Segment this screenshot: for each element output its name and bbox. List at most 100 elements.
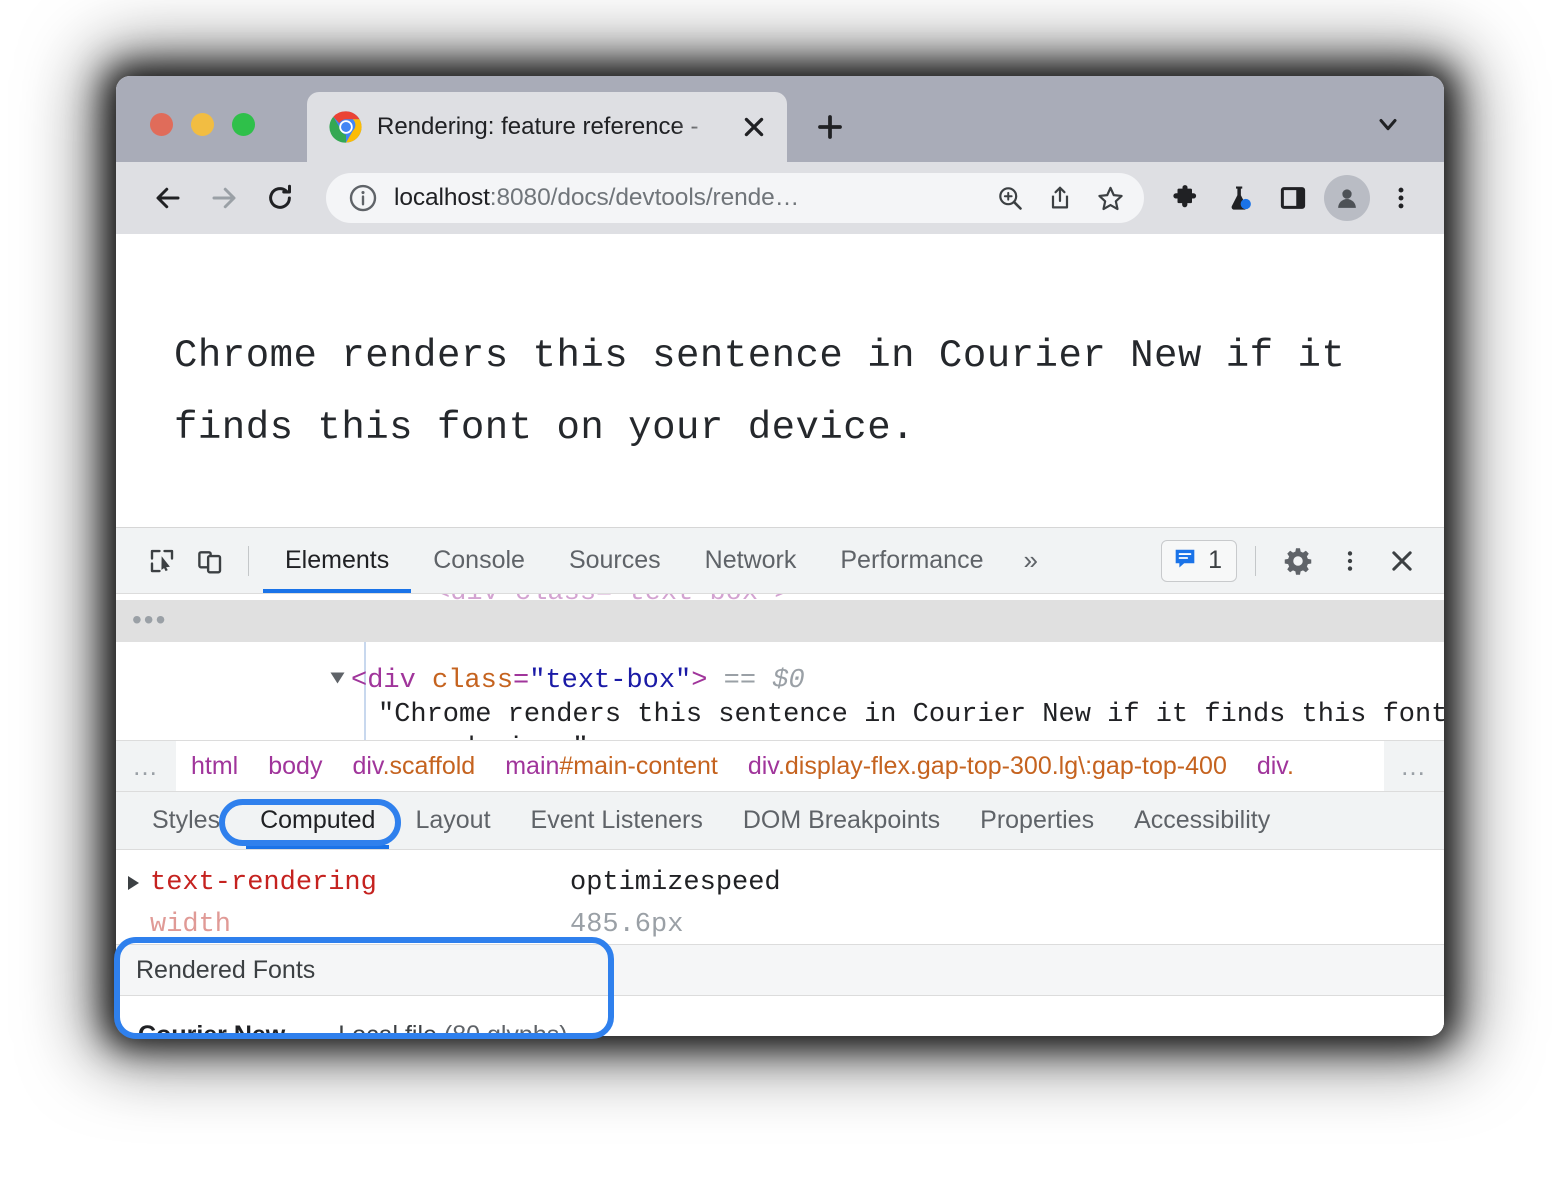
tab-strip: Rendering: feature reference - [116, 76, 1444, 162]
status-badge[interactable]: 1 [1161, 540, 1237, 582]
gear-icon[interactable] [1274, 537, 1322, 585]
tab-performance[interactable]: Performance [818, 528, 1005, 593]
close-window-button[interactable] [150, 113, 173, 136]
breadcrumb-tag: main [505, 752, 559, 780]
url-path: :8080/docs/devtools/rende… [490, 184, 799, 211]
message-count: 1 [1208, 546, 1222, 575]
back-arrow-icon[interactable] [142, 172, 194, 224]
toolbar-divider-right [1255, 546, 1256, 576]
breadcrumb-tag: body [268, 752, 322, 780]
address-bar[interactable]: localhost:8080/docs/devtools/rende… [326, 173, 1144, 223]
rendered-font-origin: Local file [338, 1021, 437, 1037]
tab-styles[interactable]: Styles [132, 792, 240, 849]
tab-layout[interactable]: Layout [395, 792, 510, 849]
message-icon [1172, 545, 1198, 576]
rendered-font-glyph-count: (80 glyphs) [444, 1021, 568, 1037]
tab-console[interactable]: Console [411, 528, 547, 593]
rendered-fonts-entry: Courier New — Local file (80 glyphs) [116, 996, 1444, 1036]
reload-icon[interactable] [254, 172, 306, 224]
device-toggle-icon[interactable] [186, 537, 234, 585]
tab-network[interactable]: Network [683, 528, 819, 593]
tab-title: Rendering: feature reference - [377, 113, 723, 141]
breadcrumb-item-div-display-flex[interactable]: div.display-flex.gap-top-300.lg\:gap-top… [733, 752, 1242, 781]
forward-arrow-icon [198, 172, 250, 224]
dom-text-node-line1[interactable]: "Chrome renders this sentence in Courier… [116, 698, 1444, 732]
breadcrumb-suffix: #main-content [559, 752, 717, 780]
site-info-icon[interactable] [348, 183, 378, 213]
breadcrumb-tag: div [352, 752, 382, 780]
breadcrumb-tag: html [191, 752, 238, 780]
property-value: optimizespeed [570, 868, 781, 898]
side-panel-icon[interactable] [1268, 173, 1318, 223]
dom-tag-open: <div [351, 666, 432, 696]
page-viewport: Chrome renders this sentence in Courier … [116, 234, 1444, 528]
maximize-window-button[interactable] [232, 113, 255, 136]
breadcrumb-tag: div [1257, 752, 1287, 780]
dom-attr-name: class [432, 666, 513, 696]
close-icon[interactable] [1378, 537, 1426, 585]
chevron-down-icon[interactable] [1368, 104, 1408, 144]
computed-property-row[interactable]: text-rendering optimizespeed [116, 862, 1444, 904]
dom-tree: <div class="text-box"> ••• <div class="t… [116, 594, 1444, 740]
new-tab-button[interactable] [801, 98, 859, 156]
tab-sources[interactable]: Sources [547, 528, 683, 593]
dom-attr-eq: = [513, 666, 529, 696]
breadcrumb-suffix: . [1287, 752, 1294, 780]
breadcrumb-overflow-right[interactable]: … [1384, 741, 1444, 791]
tab-accessibility[interactable]: Accessibility [1114, 792, 1290, 849]
screenshot-root: Rendering: feature reference - [0, 0, 1558, 1188]
tab-event-listeners[interactable]: Event Listeners [511, 792, 723, 849]
tab-computed[interactable]: Computed [240, 792, 395, 849]
property-name: width [150, 910, 570, 940]
omnibox-actions [986, 174, 1134, 222]
zoom-in-icon[interactable] [986, 174, 1034, 222]
tab-dom-breakpoints[interactable]: DOM Breakpoints [723, 792, 960, 849]
toolbar-divider [248, 546, 249, 576]
share-icon[interactable] [1036, 174, 1084, 222]
breadcrumb-item-html[interactable]: html [176, 752, 253, 781]
browser-tab[interactable]: Rendering: feature reference - [307, 92, 787, 162]
devtools-toolbar-right: 1 [1161, 537, 1426, 585]
star-icon[interactable] [1086, 174, 1134, 222]
rendered-fonts-header[interactable]: Rendered Fonts [116, 944, 1444, 996]
minimize-window-button[interactable] [191, 113, 214, 136]
breadcrumb-item-div-scaffold[interactable]: div.scaffold [337, 752, 490, 781]
browser-window: Rendering: feature reference - [116, 76, 1444, 1036]
chrome-logo-icon [329, 110, 363, 144]
breadcrumb-suffix: .scaffold [383, 752, 476, 780]
dom-line-open-tag[interactable]: <div class="text-box"> == $0 [116, 664, 1444, 698]
breadcrumb-item-main-content[interactable]: main#main-content [490, 752, 733, 781]
tab-elements[interactable]: Elements [263, 528, 411, 593]
dom-equals-marker: == [724, 666, 756, 696]
puzzle-piece-icon[interactable] [1160, 173, 1210, 223]
sidebar-tab-list: Styles Computed Layout Event Listeners D… [116, 792, 1444, 850]
expand-triangle-icon[interactable] [116, 876, 150, 890]
tab-properties[interactable]: Properties [960, 792, 1114, 849]
devtools-toolbar: Elements Console Sources Network Perform… [116, 528, 1444, 594]
rendered-font-source: Local file (80 glyphs) [338, 1021, 567, 1037]
property-value: 485.6px [570, 910, 683, 940]
computed-property-row[interactable]: width 485.6px [116, 904, 1444, 946]
url-host: localhost [394, 184, 490, 211]
dom-code: <div class="text-box"> == $0"Chrome rend… [116, 596, 1444, 740]
breadcrumb-item-div-truncated[interactable]: div. [1242, 752, 1300, 781]
three-dot-menu-icon[interactable] [1326, 537, 1374, 585]
three-dot-menu-icon[interactable] [1376, 173, 1426, 223]
flask-icon[interactable] [1214, 173, 1264, 223]
dom-text-node-line2[interactable]: your device." [116, 732, 1444, 740]
chevron-double-right-icon[interactable]: » [1005, 545, 1055, 576]
url-text: localhost:8080/docs/devtools/rende… [394, 184, 986, 212]
collapse-triangle-icon[interactable] [331, 673, 345, 684]
breadcrumb-overflow-left[interactable]: … [116, 741, 176, 791]
breadcrumb-item-body[interactable]: body [253, 752, 337, 781]
dom-attr-value: "text-box" [529, 666, 691, 696]
dom-tag-close-bracket: > [691, 666, 707, 696]
rendered-font-name: Courier New [138, 1021, 285, 1037]
avatar[interactable] [1324, 175, 1370, 221]
inspect-cursor-icon[interactable] [138, 537, 186, 585]
computed-properties-list: text-rendering optimizespeed width 485.6… [116, 850, 1444, 944]
close-icon[interactable] [737, 110, 771, 144]
navigation-toolbar: localhost:8080/docs/devtools/rende… [116, 162, 1444, 234]
page-sample-text: Chrome renders this sentence in Courier … [174, 320, 1384, 464]
devtools-tab-list: Elements Console Sources Network Perform… [263, 528, 1056, 593]
